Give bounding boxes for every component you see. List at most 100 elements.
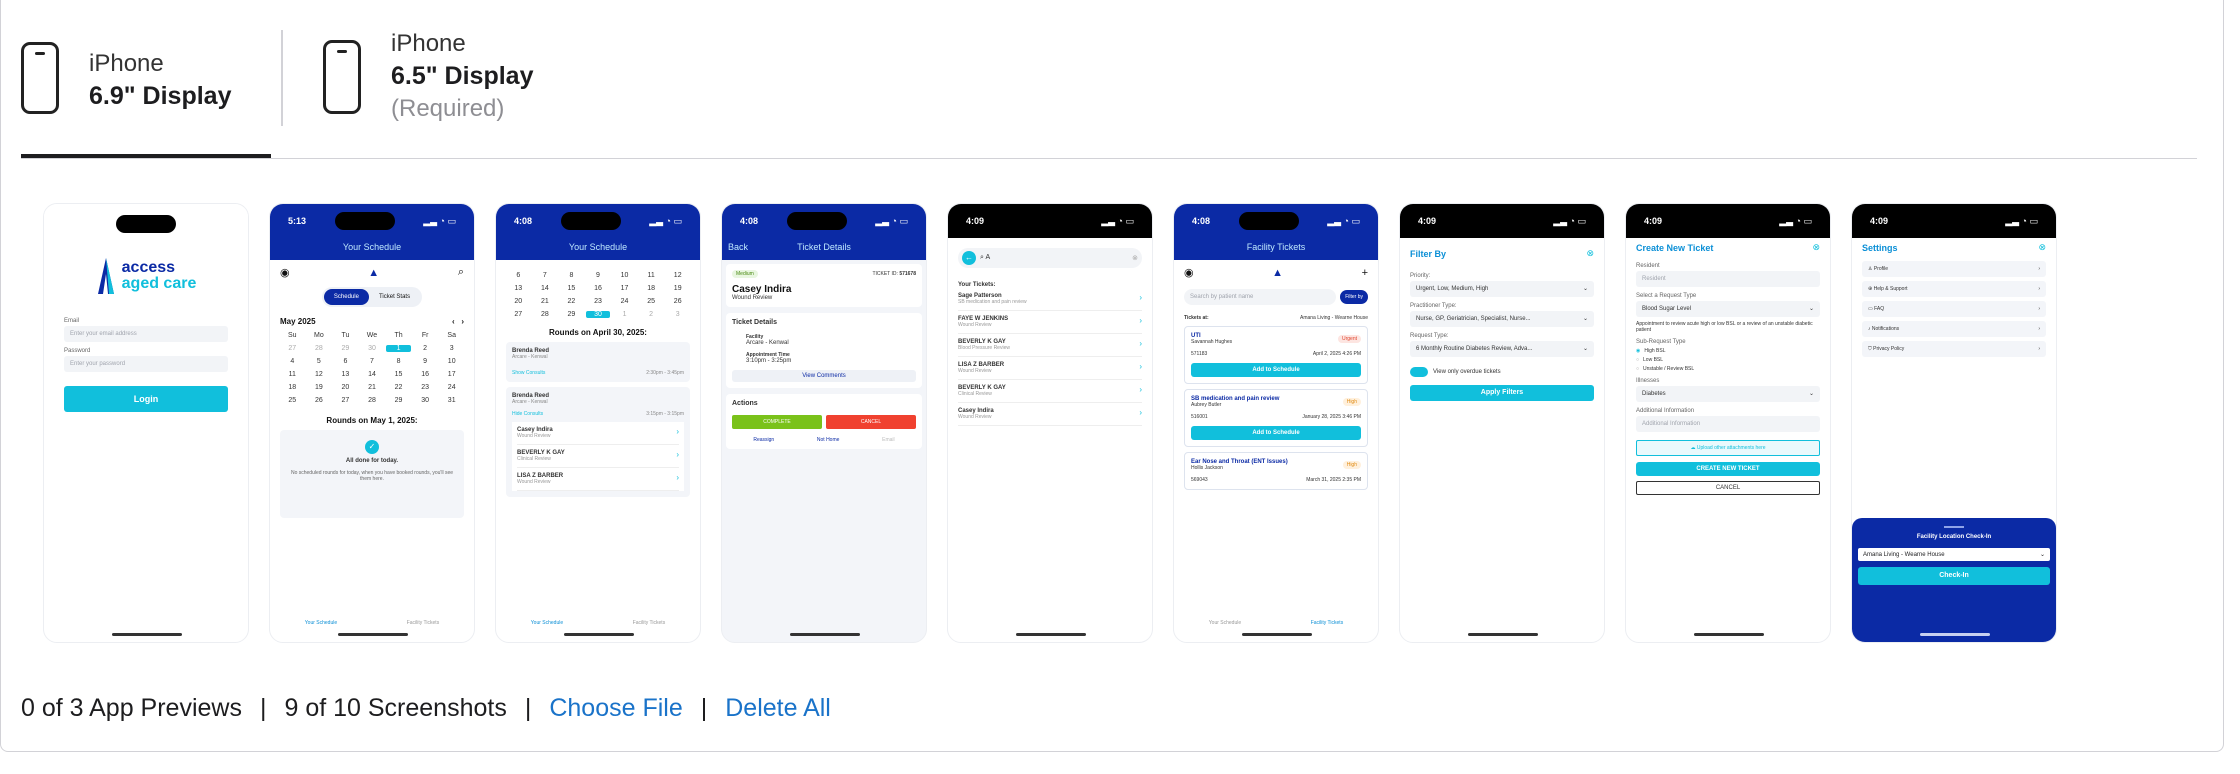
cancel-button[interactable]: CANCEL xyxy=(1636,481,1820,495)
list-item[interactable]: FAYE W JENKINS Wound Review › xyxy=(958,311,1142,334)
calendar-day[interactable]: 4 xyxy=(280,358,305,365)
settings-item[interactable]: ▭ FAQ › xyxy=(1862,301,2046,317)
calendar-day[interactable]: 21 xyxy=(533,298,558,305)
upload-button[interactable]: ☁ Upload other attachments here xyxy=(1636,440,1820,456)
calendar-day[interactable]: 5 xyxy=(307,358,332,365)
calendar-day[interactable]: 10 xyxy=(439,358,464,365)
search-icon[interactable]: ⌕ xyxy=(458,266,464,279)
calendar-day[interactable]: 21 xyxy=(360,384,385,391)
calendar-day[interactable]: 7 xyxy=(360,358,385,365)
email-field[interactable]: Enter your email address xyxy=(64,326,228,342)
calendar-day[interactable]: 20 xyxy=(333,384,358,391)
nav-your-schedule[interactable]: Your Schedule xyxy=(531,620,563,626)
calendar-day[interactable]: 7 xyxy=(533,272,558,279)
list-item[interactable]: BEVERLY K GAY Blood Pressure Review › xyxy=(958,334,1142,357)
screenshot-facility-tickets[interactable]: 4:08 ▂▃ ◔ ▭ Facility Tickets ◉ ▲ + Search b… xyxy=(1173,203,1379,643)
calendar-day[interactable]: 23 xyxy=(413,384,438,391)
calendar-day[interactable]: 2 xyxy=(413,345,438,352)
settings-item[interactable]: ⊕ Help & Support › xyxy=(1862,281,2046,297)
password-field[interactable]: Enter your password xyxy=(64,356,228,372)
calendar-day[interactable]: 13 xyxy=(506,285,531,292)
ticket-card[interactable]: SB medication and pain review Aubrey Butl… xyxy=(1184,389,1368,447)
tab-ticket-stats[interactable]: Ticket Stats xyxy=(369,289,420,305)
calendar-day[interactable]: 15 xyxy=(559,285,584,292)
calendar-day[interactable]: 8 xyxy=(386,358,411,365)
nav-facility-tickets[interactable]: Facility Tickets xyxy=(1311,620,1344,626)
calendar-day[interactable]: 6 xyxy=(506,272,531,279)
calendar-day[interactable]: 20 xyxy=(506,298,531,305)
calendar-day[interactable]: 22 xyxy=(559,298,584,305)
overdue-toggle[interactable] xyxy=(1410,367,1428,377)
calendar-day[interactable]: 14 xyxy=(360,371,385,378)
calendar-day[interactable]: 1 xyxy=(386,345,411,352)
screenshot-filter[interactable]: 4:09 ▂▃ ◔ ▭ Filter By ⊗ Priority: Urgent, … xyxy=(1399,203,1605,643)
calendar-day[interactable]: 18 xyxy=(280,384,305,391)
calendar-day[interactable]: 11 xyxy=(280,371,305,378)
reassign-button[interactable]: Reassign xyxy=(753,437,774,443)
request-type-select[interactable]: Blood Sugar Level ⌄ xyxy=(1636,301,1820,317)
screenshot-settings[interactable]: 4:09 ▂▃ ◔ ▭ Settings ⊗ ♙ Profile › ⊕ Help & … xyxy=(1851,203,2057,643)
list-item[interactable]: Casey Indira Wound Review › xyxy=(958,403,1142,426)
view-comments-button[interactable]: View Comments xyxy=(732,370,916,382)
calendar-day[interactable]: 19 xyxy=(307,384,332,391)
calendar-day[interactable]: 30 xyxy=(413,397,438,404)
month-nav[interactable]: ‹ › xyxy=(452,317,464,326)
calendar-day[interactable]: 24 xyxy=(612,298,637,305)
profile-icon[interactable]: ◉ xyxy=(1184,266,1194,279)
settings-item[interactable]: ⛉ Privacy Policy › xyxy=(1862,341,2046,357)
add-to-schedule-button[interactable]: Add to Schedule xyxy=(1191,426,1361,440)
calendar-day[interactable]: 28 xyxy=(360,397,385,404)
calendar-day[interactable]: 27 xyxy=(333,397,358,404)
not-home-button[interactable]: Not Home xyxy=(817,437,840,443)
calendar-day[interactable]: 1 xyxy=(612,311,637,318)
tab-iphone-6-5[interactable]: iPhone 6.5" Display (Required) xyxy=(323,28,533,158)
resident-input[interactable]: Resident xyxy=(1636,271,1820,287)
calendar-day[interactable]: 27 xyxy=(506,311,531,318)
calendar-day[interactable]: 30 xyxy=(585,311,611,318)
calendar-day[interactable]: 11 xyxy=(639,272,664,279)
nav-facility-tickets[interactable]: Facility Tickets xyxy=(633,620,666,626)
list-item[interactable]: LISA Z BARBER Wound Review › xyxy=(517,468,679,491)
add-icon[interactable]: + xyxy=(1362,267,1368,279)
close-icon[interactable]: ⊗ xyxy=(1812,242,1820,253)
screenshot-schedule-may[interactable]: 5:13 ▂▃ ◔ ▭ Your Schedule ◉ ▲ ⌕ Schedule Ti… xyxy=(269,203,475,643)
show-consults-link[interactable]: Show Consults xyxy=(512,370,545,376)
facility-name[interactable]: Amana Living - Wearne House xyxy=(1300,315,1368,321)
calendar-day[interactable]: 29 xyxy=(333,345,358,352)
facility-select[interactable]: Amana Living - Wearne House ⌄ xyxy=(1858,548,2050,561)
calendar-day[interactable]: 3 xyxy=(665,311,690,318)
illness-select[interactable]: Diabetes ⌄ xyxy=(1636,386,1820,402)
filter-button[interactable]: Filter by xyxy=(1340,290,1368,304)
calendar-day[interactable]: 31 xyxy=(439,397,464,404)
calendar-day[interactable]: 16 xyxy=(413,371,438,378)
clear-icon[interactable]: ⊗ xyxy=(1132,254,1138,262)
ticket-card[interactable]: UTI Savannah Hughes Urgent 571183 April 2, 2… xyxy=(1184,326,1368,384)
sheet-handle[interactable] xyxy=(1944,526,1964,528)
request-type-select[interactable]: 6 Monthly Routine Diabetes Review, Adva.… xyxy=(1410,341,1594,357)
calendar-day[interactable]: 22 xyxy=(386,384,411,391)
calendar-day[interactable]: 23 xyxy=(586,298,611,305)
screenshot-create-ticket[interactable]: 4:09 ▂▃ ◔ ▭ Create New Ticket ⊗ Resident R… xyxy=(1625,203,1831,643)
nav-facility-tickets[interactable]: Facility Tickets xyxy=(407,620,440,626)
additional-info-input[interactable]: Additional Information xyxy=(1636,416,1820,432)
calendar-day[interactable]: 2 xyxy=(639,311,664,318)
calendar-day[interactable]: 28 xyxy=(533,311,558,318)
screenshot-ticket-search[interactable]: 4:09 ▂▃ ◔ ▭ ← ⌕ A ⊗ Your Tickets: Sage Pa… xyxy=(947,203,1153,643)
delete-all-link[interactable]: Delete All xyxy=(725,694,831,723)
checkin-button[interactable]: Check-In xyxy=(1858,567,2050,585)
back-icon[interactable]: ← xyxy=(962,251,976,265)
calendar-day[interactable]: 26 xyxy=(307,397,332,404)
calendar-day[interactable]: 28 xyxy=(307,345,332,352)
tab-iphone-6-9[interactable]: iPhone 6.9" Display xyxy=(21,28,271,158)
screenshot-login[interactable]: access aged care Email Enter your email … xyxy=(43,203,249,643)
calendar-month[interactable]: May 2025 xyxy=(280,317,316,326)
radio-option[interactable]: ◉ High BSL xyxy=(1636,348,1820,354)
calendar-day[interactable]: 9 xyxy=(586,272,611,279)
settings-item[interactable]: ♙ Profile › xyxy=(1862,261,2046,277)
calendar-day[interactable]: 3 xyxy=(439,345,464,352)
list-item[interactable]: BEVERLY K GAY Clinical Review › xyxy=(958,380,1142,403)
calendar-day[interactable]: 29 xyxy=(559,311,584,318)
calendar-day[interactable]: 26 xyxy=(665,298,690,305)
list-item[interactable]: Sage Patterson SB medication and pain rev… xyxy=(958,288,1142,311)
radio-option[interactable]: ○ Low BSL xyxy=(1636,357,1820,363)
